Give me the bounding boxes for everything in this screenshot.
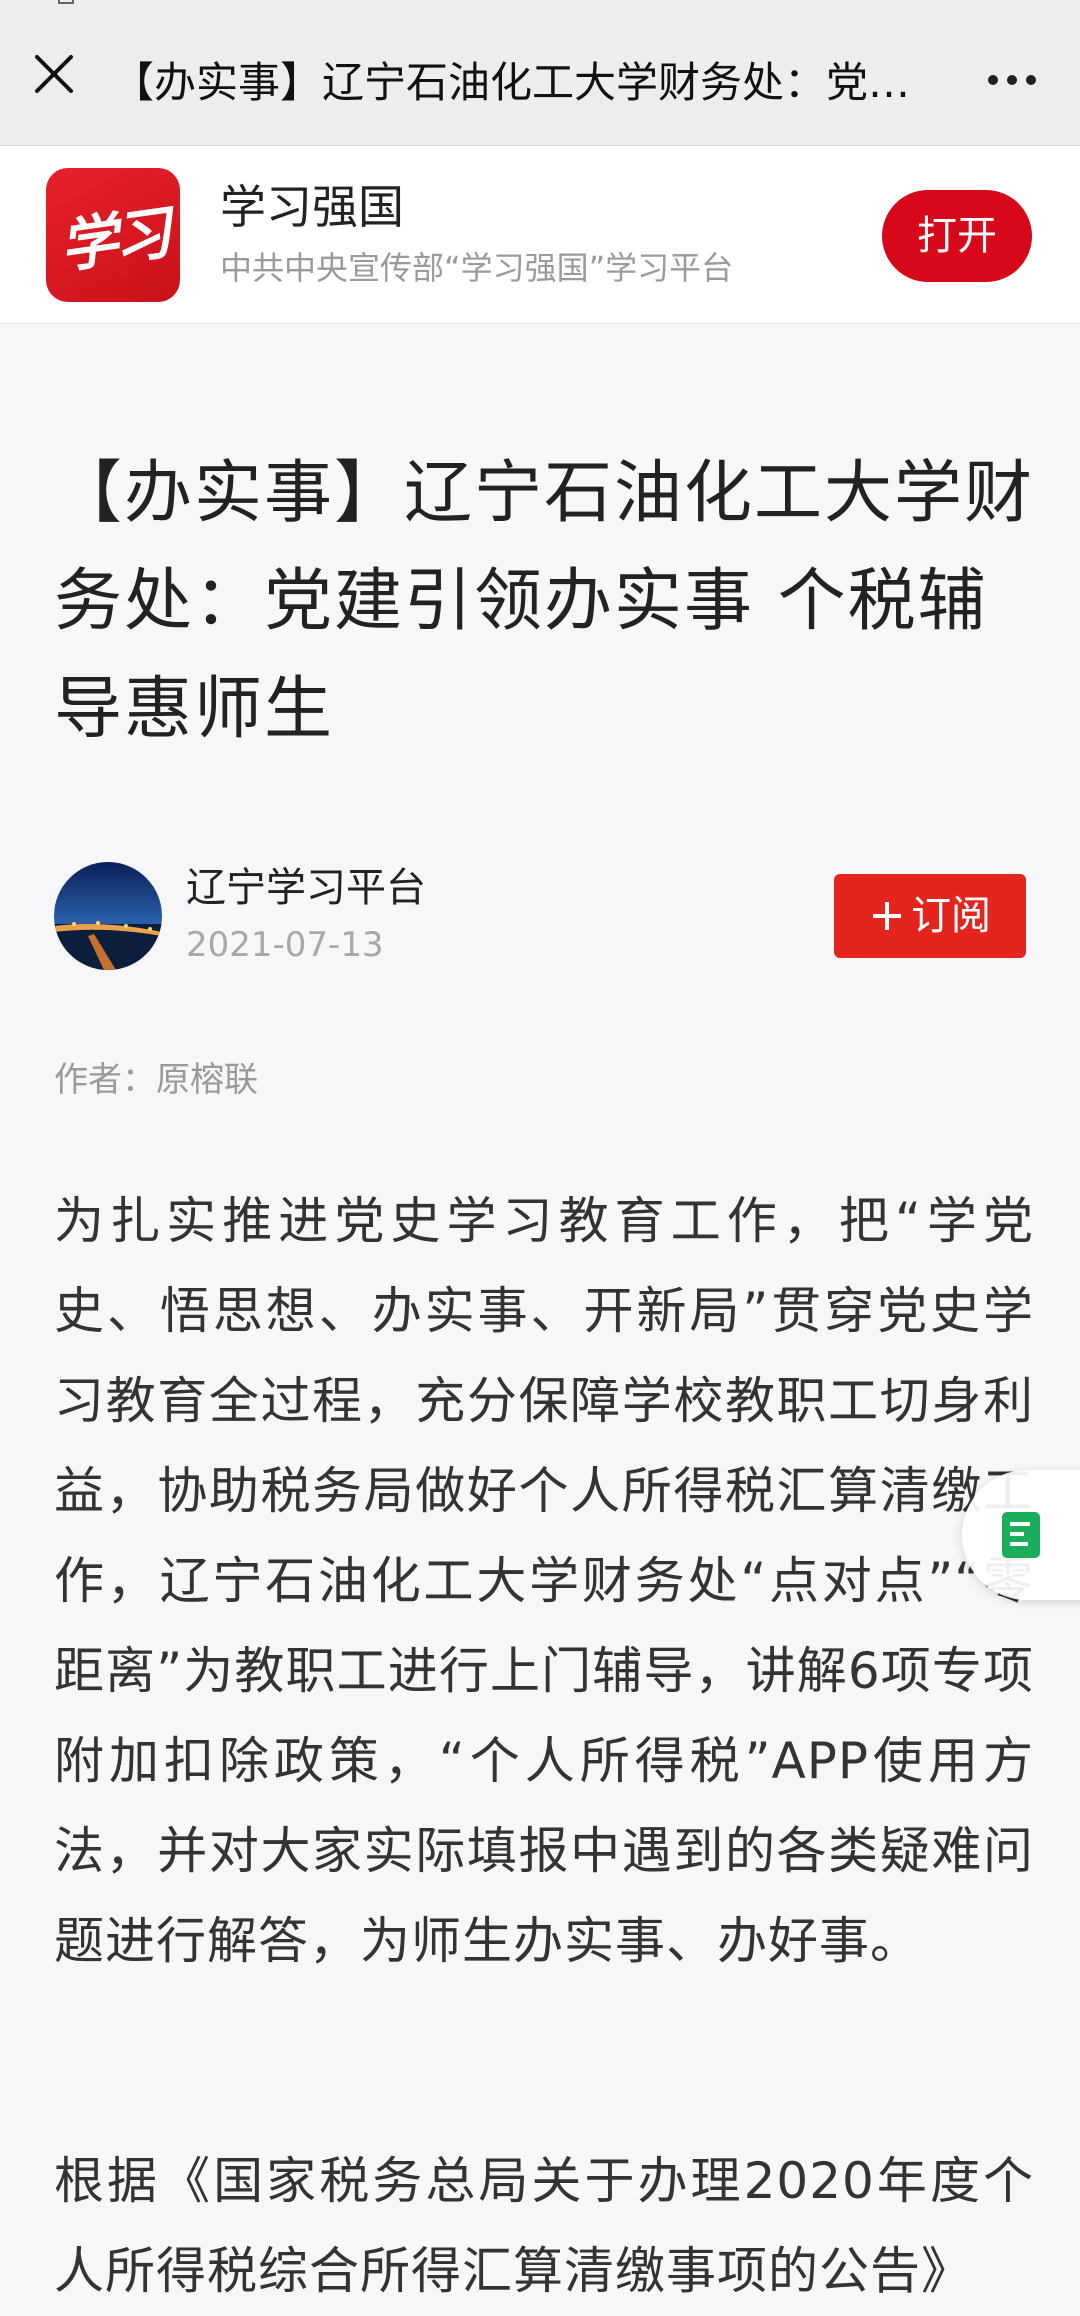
article-paragraph: 为扎实推进党史学习教育工作，把“学党史、悟思想、办实事、开新局”贯穿党史学习教育… <box>54 1192 1034 1970</box>
top-nav-bar: 【办实事】辽宁石油化工大学财务处：党建引领办实事 个税辅导惠师生 <box>0 0 1080 146</box>
page-title: 【办实事】辽宁石油化工大学财务处：党建引领办实事 个税辅导惠师生 <box>112 58 952 107</box>
app-name: 学习强国 <box>220 180 404 234</box>
bridge-night-avatar-image <box>54 862 162 970</box>
more-icon-dot <box>1026 75 1036 85</box>
app-logo[interactable]: 学习 <box>46 168 180 302</box>
author-byline: 作者：原榕联 <box>54 1060 258 1100</box>
publish-date: 2021-07-13 <box>186 925 384 965</box>
open-app-button[interactable]: 打开 <box>882 190 1032 282</box>
app-banner[interactable]: 学习 学习强国 中共中央宣传部“学习强国”学习平台 打开 <box>0 146 1080 324</box>
avatar[interactable] <box>54 862 162 970</box>
more-button[interactable] <box>970 52 1054 108</box>
more-icon-dot <box>1007 75 1017 85</box>
article-headline: 【办实事】辽宁石油化工大学财务处：党建引领办实事 个税辅导惠师生 <box>54 454 1035 749</box>
status-bar-icon <box>58 0 74 4</box>
subscribe-button[interactable]: 订阅 <box>834 874 1026 958</box>
document-icon <box>1002 1512 1040 1558</box>
more-icon <box>988 75 998 85</box>
plus-icon <box>873 902 901 930</box>
app-logo-text: 学习 <box>55 198 172 282</box>
source-name[interactable]: 辽宁学习平台 <box>186 862 426 914</box>
subscribe-label: 订阅 <box>911 893 991 939</box>
floating-widget[interactable] <box>962 1470 1080 1600</box>
app-description: 中共中央宣传部“学习强国”学习平台 <box>220 249 734 287</box>
article-paragraph: 根据《国家税务总局关于办理2020年度个人所得税综合所得汇算清缴事项的公告》 <box>54 2152 1034 2300</box>
close-icon <box>35 55 73 93</box>
close-button[interactable] <box>26 46 82 102</box>
